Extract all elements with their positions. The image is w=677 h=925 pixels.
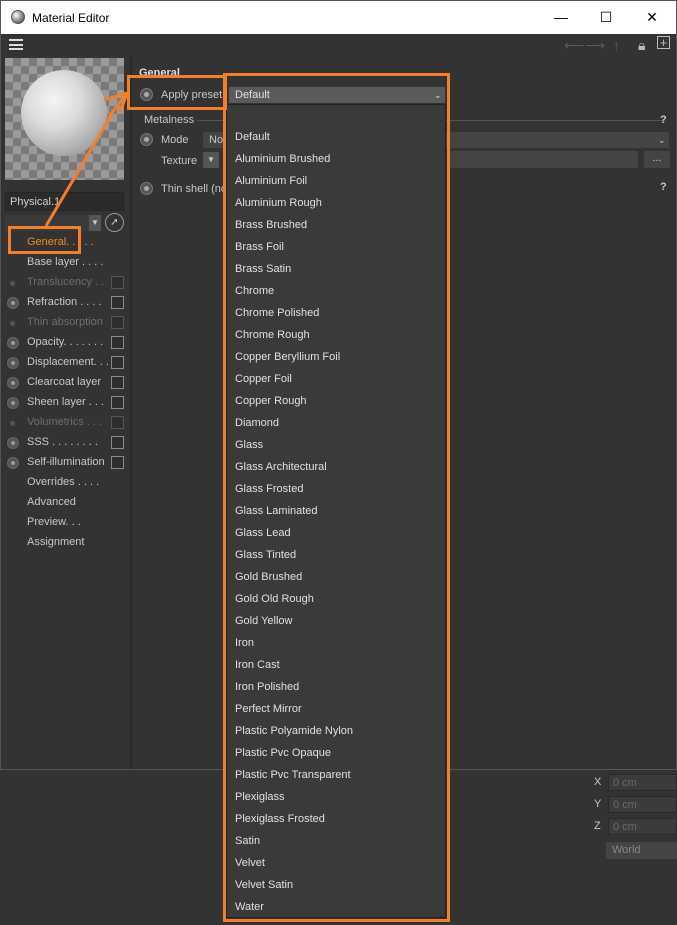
lock-icon[interactable]: 🔒︎ (638, 37, 645, 54)
pick-cursor-icon[interactable]: ➚ (105, 213, 124, 232)
channel-item[interactable]: Refraction . . . . (1, 293, 131, 313)
channel-item[interactable]: Thin absorption (1, 313, 131, 333)
channel-item[interactable]: SSS . . . . . . . . (1, 433, 131, 453)
maximize-button[interactable]: ☐ (583, 1, 629, 34)
channel-label: Displacement. . . (27, 356, 109, 368)
highlight-general (8, 226, 81, 254)
mode-animate-radio[interactable] (140, 133, 153, 146)
channel-label: Overrides . . . . (27, 476, 100, 488)
channel-item[interactable]: Volumetrics . . . (1, 413, 131, 433)
channel-item[interactable]: Clearcoat layer (1, 373, 131, 393)
texture-label: Texture (161, 155, 198, 167)
channel-label: Opacity. . . . . . . (27, 336, 104, 348)
channel-label: Assignment (27, 536, 85, 548)
channel-label: Base layer . . . . (27, 256, 104, 268)
help-icon[interactable]: ? (660, 114, 667, 126)
channel-item[interactable]: Translucency . . (1, 273, 131, 293)
channel-label: Sheen layer . . . (27, 396, 105, 408)
channel-item[interactable]: Preview. . . (1, 513, 131, 533)
channel-dot-icon (10, 281, 15, 286)
thin-shell-label: Thin shell (no (161, 183, 228, 195)
channel-animate-radio[interactable] (7, 357, 19, 369)
channel-label: Self-illumination (27, 456, 105, 468)
texture-path-field[interactable] (447, 151, 638, 168)
thin-shell-animate-radio[interactable] (140, 182, 153, 195)
channel-item[interactable]: Advanced (1, 493, 131, 513)
channel-enable-checkbox[interactable] (111, 336, 124, 349)
channel-animate-radio[interactable] (7, 337, 19, 349)
highlight-preset-list (223, 73, 450, 922)
channel-enable-checkbox[interactable] (111, 436, 124, 449)
up-arrow-icon[interactable]: ↑ (613, 37, 620, 53)
coord-row-y: Y 0 cm (588, 796, 677, 814)
channel-animate-radio[interactable] (7, 437, 19, 449)
channel-label: Clearcoat layer (27, 376, 101, 388)
channel-label: Translucency . . (27, 276, 105, 288)
channel-enable-checkbox[interactable] (111, 376, 124, 389)
coord-row-x: X 0 cm (588, 774, 677, 792)
coord-y-input[interactable]: 0 cm (608, 796, 677, 813)
material-preview[interactable] (5, 58, 124, 180)
channel-item[interactable]: Self-illumination (1, 453, 131, 473)
coord-x-input[interactable]: 0 cm (608, 774, 677, 791)
mode-label: Mode (161, 134, 189, 146)
column-divider (130, 56, 132, 769)
channel-item[interactable]: Base layer . . . . (1, 253, 131, 273)
new-window-icon[interactable]: + (657, 36, 670, 49)
chevron-down-icon[interactable]: ⌄ (658, 132, 666, 148)
channel-item[interactable]: Overrides . . . . (1, 473, 131, 493)
channel-item[interactable]: Sheen layer . . . (1, 393, 131, 413)
channel-item[interactable]: Displacement. . . (1, 353, 131, 373)
coord-row-z: Z 0 cm (588, 818, 677, 836)
texture-browse-button[interactable]: ... (644, 151, 670, 168)
coord-z-label: Z (594, 820, 601, 832)
channel-enable-checkbox[interactable] (111, 316, 124, 329)
metalness-group-title: Metalness (144, 114, 195, 126)
channel-dot-icon (10, 421, 15, 426)
channel-enable-checkbox[interactable] (111, 456, 124, 469)
title-bar: Material Editor — ☐ ✕ (1, 1, 676, 34)
channel-dot-icon (10, 321, 15, 326)
channel-enable-checkbox[interactable] (111, 296, 124, 309)
texture-dropdown-button[interactable]: ▼ (203, 152, 219, 168)
help-icon[interactable]: ? (660, 181, 667, 193)
coord-y-label: Y (594, 798, 602, 810)
channel-label: Refraction . . . . (27, 296, 102, 308)
app-icon (11, 10, 25, 24)
channel-animate-radio[interactable] (7, 397, 19, 409)
channel-item[interactable]: Opacity. . . . . . . (1, 333, 131, 353)
preview-sphere (21, 70, 107, 156)
coordinates-panel: X 0 cm Y 0 cm Z 0 cm World (588, 772, 677, 925)
window-title: Material Editor (32, 11, 110, 25)
channel-animate-radio[interactable] (7, 377, 19, 389)
channel-enable-checkbox[interactable] (111, 396, 124, 409)
material-name-field[interactable]: Physical.1 (5, 192, 124, 211)
chevron-down-icon[interactable]: ▼ (89, 215, 101, 231)
coord-z-input[interactable]: 0 cm (608, 818, 677, 835)
coord-x-label: X (594, 776, 602, 788)
channel-enable-checkbox[interactable] (111, 416, 124, 429)
coord-space-dropdown[interactable]: World (606, 842, 677, 859)
channel-label: SSS . . . . . . . . (27, 436, 98, 448)
channel-enable-checkbox[interactable] (111, 356, 124, 369)
forward-arrow-icon[interactable]: ⟶ (585, 37, 605, 54)
channel-label: Preview. . . (27, 516, 81, 528)
channel-enable-checkbox[interactable] (111, 276, 124, 289)
highlight-apply-preset (127, 75, 227, 110)
channel-label: Volumetrics . . . (27, 416, 103, 428)
channel-label: Advanced (27, 496, 76, 508)
channel-item[interactable]: Assignment (1, 533, 131, 553)
minimize-button[interactable]: — (538, 1, 584, 34)
channel-label: Thin absorption (27, 316, 103, 328)
channel-animate-radio[interactable] (7, 457, 19, 469)
close-button[interactable]: ✕ (629, 1, 675, 34)
back-arrow-icon[interactable]: ⟵ (564, 37, 584, 54)
channel-animate-radio[interactable] (7, 297, 19, 309)
menu-icon[interactable] (9, 39, 23, 50)
